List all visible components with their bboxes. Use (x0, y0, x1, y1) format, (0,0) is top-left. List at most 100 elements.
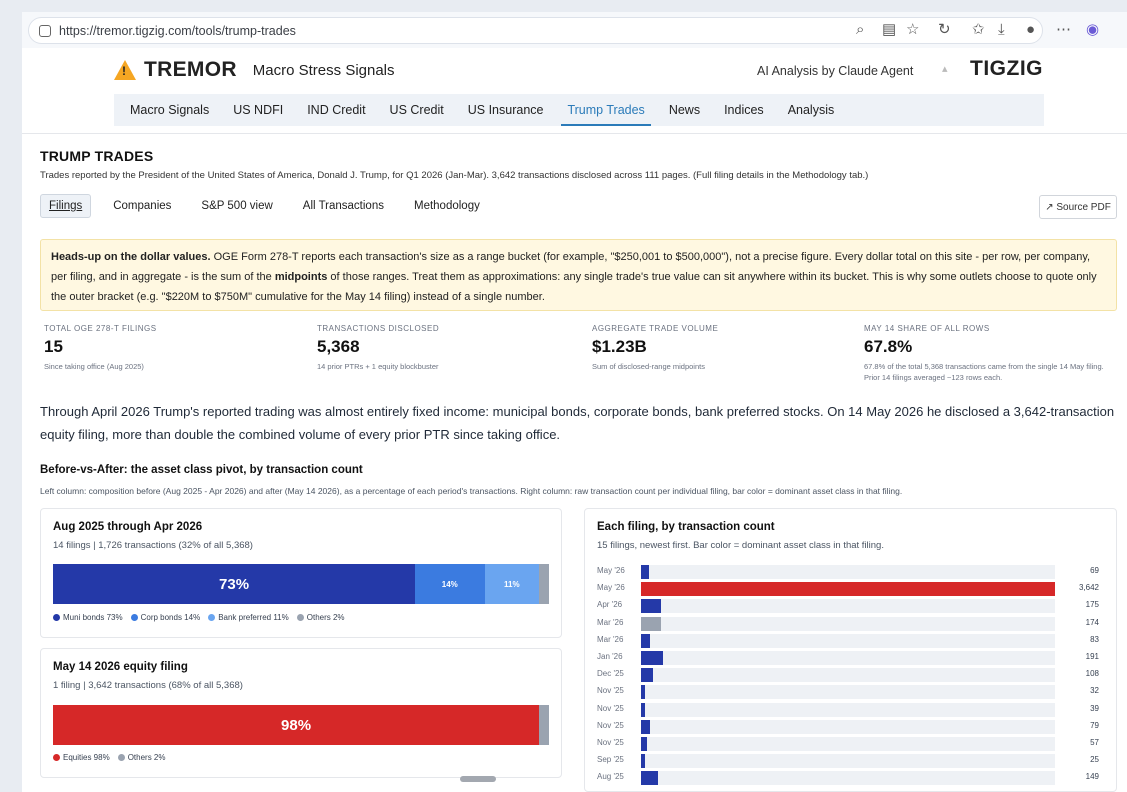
nav-item[interactable]: US Insurance (468, 94, 544, 126)
filing-date-label: May '26 (597, 583, 625, 593)
bar-segment: 11% (484, 564, 540, 604)
legend-swatch (208, 614, 216, 621)
filing-bar[interactable] (641, 565, 649, 579)
filing-count-label: 108 (1085, 669, 1099, 679)
bar-track (641, 685, 1055, 700)
reader-icon[interactable]: ▤ (882, 21, 896, 39)
filing-bar[interactable] (641, 599, 661, 614)
refresh-icon[interactable]: ↻ (938, 21, 951, 39)
legend-label: Corp bonds 14% (140, 613, 201, 622)
filing-date-label: Nov '25 (597, 738, 624, 747)
separator-icon: ▴ (942, 63, 948, 75)
bar-segment: 98% (53, 705, 540, 745)
after-card: May 14 2026 equity filing 1 filing | 3,6… (40, 648, 562, 778)
filing-row: May '26 69 (597, 564, 1099, 580)
filing-date-label: Nov '25 (597, 686, 624, 696)
legend-item: Others 2% (296, 613, 345, 622)
filing-bar[interactable] (641, 582, 1055, 597)
filing-bar[interactable] (641, 668, 654, 683)
tab[interactable]: All Transactions (295, 195, 392, 217)
sub-tabs: Filings Companies S&P 500 view All Transact… (40, 194, 502, 218)
filing-count-label: 57 (1090, 738, 1099, 747)
filing-bar[interactable] (641, 651, 663, 665)
legend-item: Corp bonds 14% (130, 613, 201, 622)
tab[interactable]: S&P 500 view (193, 195, 280, 217)
filing-count-label: 69 (1090, 566, 1099, 575)
filing-row: Nov '25 79 (597, 719, 1099, 735)
alert-bold: midpoints (274, 271, 328, 283)
warning-icon: ! (114, 60, 136, 80)
page-description: Trades reported by the President of the … (40, 170, 869, 181)
section-subtitle: Left column: composition before (Aug 202… (40, 486, 903, 496)
filing-row: Nov '25 32 (597, 684, 1099, 700)
browser-window: https://tremor.tigzig.com/tools/trump-tr… (0, 0, 1127, 792)
tab[interactable]: Methodology (406, 195, 488, 217)
filing-row: Dec '25 108 (597, 667, 1099, 683)
filing-bar[interactable] (641, 719, 650, 734)
legend-label: Bank preferred 11% (218, 613, 289, 622)
legend-swatch (130, 614, 138, 621)
partner-logo[interactable]: TIGZIG (970, 57, 1043, 81)
filing-count-label: 39 (1090, 703, 1099, 713)
filing-date-label: Mar '26 (597, 617, 624, 627)
legend-item: Muni bonds 73% (53, 613, 123, 622)
download-icon[interactable]: ⤓ (998, 21, 1005, 39)
filing-bar[interactable] (641, 685, 645, 700)
before-legend: Muni bonds 73% Corp bonds 14% Bank preferr… (53, 613, 353, 622)
site-header: ! TREMOR Macro Stress Signals AI Analysi… (22, 48, 1127, 134)
nav-item[interactable]: US Credit (390, 94, 444, 126)
scroll-handle[interactable] (460, 776, 496, 782)
profile-icon[interactable]: ● (1026, 21, 1035, 39)
before-card: Aug 2025 through Apr 2026 14 filings | 1… (40, 508, 562, 638)
filings-bar-chart: May '26 69 May '26 3,642 Apr '26 175 Mar '26 17… (597, 564, 1099, 792)
filing-bar[interactable] (641, 771, 658, 786)
filing-date-label: Nov '25 (597, 703, 624, 713)
filing-date-label: Nov '25 (597, 720, 624, 730)
more-icon[interactable]: ⋯ (1056, 21, 1071, 39)
stat-note: 67.8% of the total 5,368 transactions ca… (864, 362, 1104, 382)
source-pdf-button[interactable]: ↗ Source PDF (1039, 195, 1117, 219)
tab[interactable]: Companies (105, 195, 179, 217)
filing-row: Nov '25 57 (597, 736, 1099, 752)
filing-count-label: 3,642 (1078, 583, 1099, 593)
filing-bar[interactable] (641, 754, 645, 769)
favorite-icon[interactable]: ☆ (906, 21, 919, 39)
stat-value: $1.23B (592, 337, 647, 356)
nav-item[interactable]: Macro Signals (130, 94, 209, 126)
filing-count-label: 174 (1085, 617, 1099, 627)
tab[interactable]: Filings (40, 194, 92, 218)
filing-bar[interactable] (641, 633, 651, 648)
filing-date-label: Aug '25 (597, 772, 624, 782)
bar-track (641, 616, 1055, 631)
nav-item[interactable]: News (669, 94, 700, 126)
filing-count-label: 25 (1090, 755, 1099, 765)
nav-item[interactable]: Indices (724, 94, 764, 126)
stat-may14-share: MAY 14 SHARE OF ALL ROWS 67.8% 67.8% of … (864, 324, 1119, 383)
address-bar: https://tremor.tigzig.com/tools/trump-tr… (22, 12, 1127, 48)
before-stacked-bar: 73% 14% 11% (53, 564, 549, 604)
site-info-icon[interactable] (39, 24, 51, 37)
stat-label: TRANSACTIONS DISCLOSED (317, 324, 440, 333)
legend-label: Muni bonds 73% (63, 613, 123, 622)
stat-filings: TOTAL OGE 278-T FILINGS 15 Since taking … (44, 324, 294, 372)
legend-label: Equities 98% (63, 753, 110, 762)
favorites-bar-icon[interactable]: ✩ (972, 21, 985, 39)
filing-bar[interactable] (641, 702, 646, 717)
bar-segment (539, 564, 549, 604)
ai-analysis-link[interactable]: AI Analysis by Claude Agent (757, 64, 913, 78)
nav-item[interactable]: IND Credit (307, 94, 365, 126)
nav-item[interactable]: Analysis (788, 94, 835, 126)
nav-item[interactable]: Trump Trades (561, 94, 652, 126)
stat-note: Since taking office (Aug 2025) (44, 362, 144, 371)
stat-value: 15 (44, 337, 63, 356)
zoom-icon[interactable]: ⌕ (856, 21, 864, 39)
copilot-icon[interactable]: ◉ (1086, 21, 1099, 39)
stat-note: Sum of disclosed-range midpoints (592, 362, 705, 371)
card-title: Aug 2025 through Apr 2026 (53, 521, 203, 533)
brand-subtitle: Macro Stress Signals (252, 61, 395, 79)
filing-bar[interactable] (641, 616, 661, 631)
nav-item[interactable]: US NDFI (233, 94, 283, 126)
filing-bar[interactable] (641, 737, 648, 751)
legend-swatch (53, 754, 60, 761)
brand[interactable]: ! TREMOR Macro Stress Signals (114, 58, 395, 82)
